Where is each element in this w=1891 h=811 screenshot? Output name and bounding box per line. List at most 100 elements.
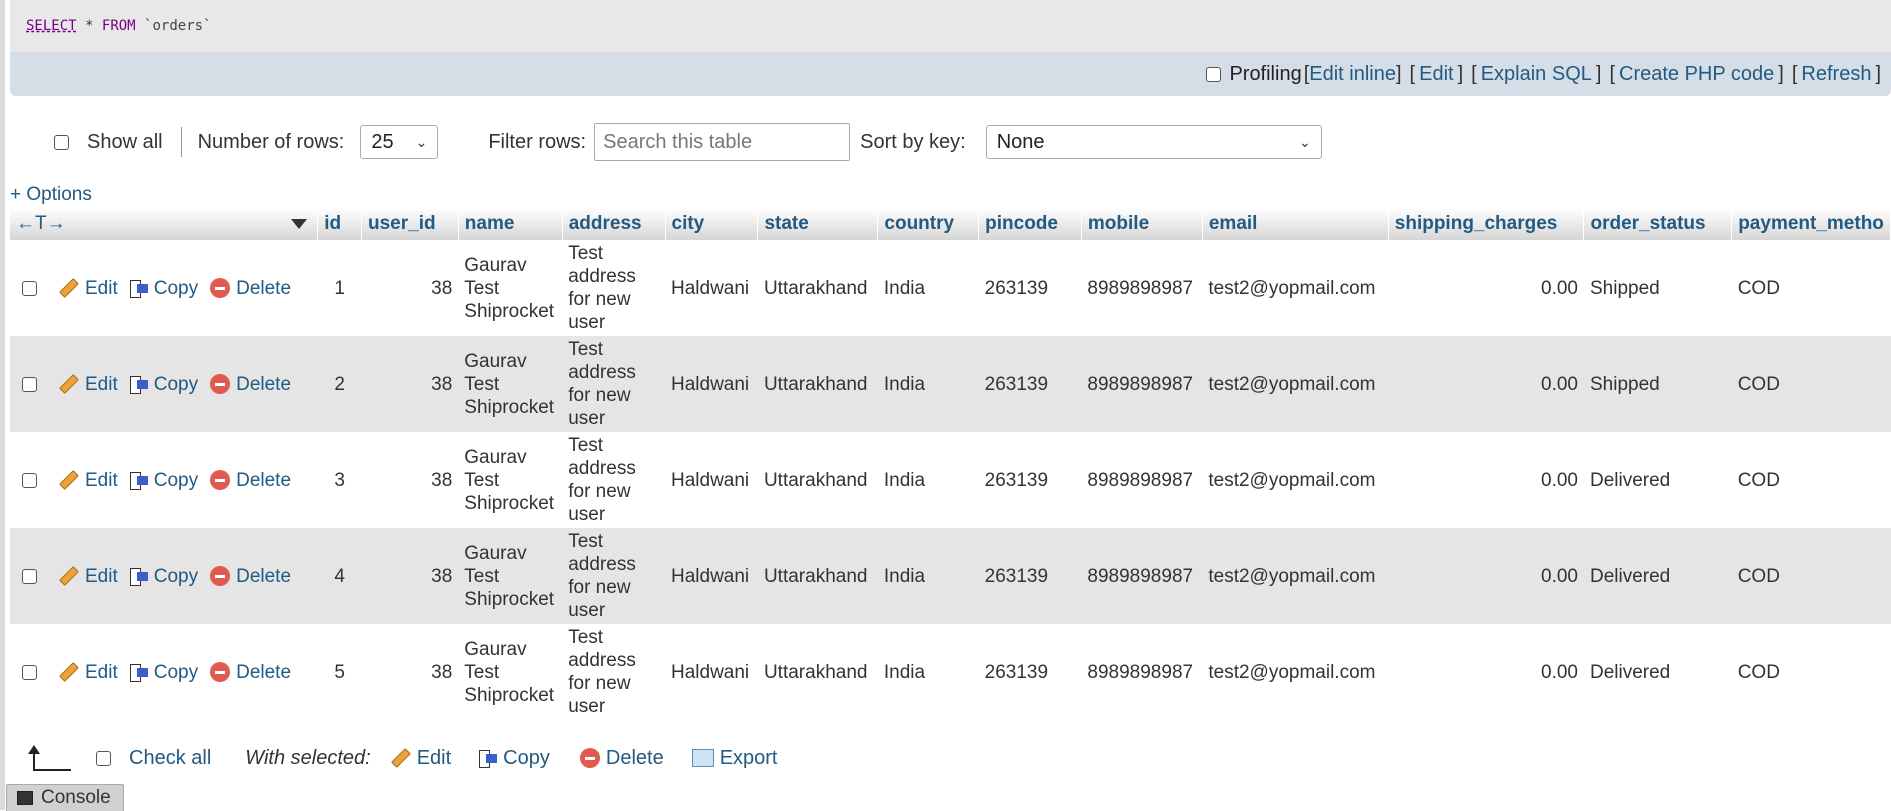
cell-state[interactable]: Uttarakhand bbox=[757, 432, 878, 528]
cell-id[interactable]: 5 bbox=[317, 624, 362, 720]
cell-city[interactable]: Haldwani bbox=[665, 528, 758, 624]
cell-payment-method[interactable]: COD bbox=[1731, 336, 1891, 432]
bulk-edit-button[interactable]: Edit bbox=[390, 747, 451, 770]
cell-order-status[interactable]: Delivered bbox=[1583, 528, 1732, 624]
column-header-address[interactable]: address bbox=[562, 208, 666, 240]
table-row[interactable]: Edit Copy Delete 4 38 Gaurav Test Shiprocket T… bbox=[10, 528, 1891, 624]
cell-shipping-charges[interactable]: 0.00 bbox=[1388, 432, 1584, 528]
row-edit-button[interactable]: Edit bbox=[59, 277, 118, 300]
cell-country[interactable]: India bbox=[877, 624, 979, 720]
cell-email[interactable]: test2@yopmail.com bbox=[1202, 240, 1389, 336]
cell-id[interactable]: 4 bbox=[317, 528, 362, 624]
bulk-delete-button[interactable]: Delete bbox=[579, 747, 664, 770]
cell-order-status[interactable]: Shipped bbox=[1583, 336, 1732, 432]
row-checkbox[interactable] bbox=[22, 664, 37, 680]
bulk-copy-button[interactable]: Copy bbox=[479, 747, 550, 770]
cell-name[interactable]: Gaurav Test Shiprocket bbox=[458, 432, 563, 528]
row-copy-button[interactable]: Copy bbox=[129, 277, 198, 300]
number-of-rows-select[interactable]: 25 ⌄ bbox=[360, 125, 439, 159]
cell-user-id[interactable]: 38 bbox=[361, 336, 459, 432]
cell-payment-method[interactable]: COD bbox=[1731, 240, 1891, 336]
cell-user-id[interactable]: 38 bbox=[361, 528, 459, 624]
cell-state[interactable]: Uttarakhand bbox=[757, 240, 878, 336]
cell-city[interactable]: Haldwani bbox=[665, 432, 758, 528]
cell-mobile[interactable]: 8989898987 bbox=[1081, 432, 1203, 528]
check-all-link[interactable]: Check all bbox=[129, 747, 211, 770]
column-header-mobile[interactable]: mobile bbox=[1081, 208, 1203, 240]
sql-select-keyword[interactable]: SELECT bbox=[26, 18, 77, 34]
column-header-order-status[interactable]: order_status bbox=[1583, 208, 1733, 240]
options-link[interactable]: + Options bbox=[10, 184, 92, 206]
cell-pincode[interactable]: 263139 bbox=[978, 528, 1082, 624]
sort-dropdown-icon[interactable] bbox=[291, 219, 308, 229]
cell-state[interactable]: Uttarakhand bbox=[757, 528, 878, 624]
cell-shipping-charges[interactable]: 0.00 bbox=[1388, 336, 1584, 432]
cell-email[interactable]: test2@yopmail.com bbox=[1202, 624, 1389, 720]
cell-state[interactable]: Uttarakhand bbox=[757, 336, 878, 432]
cell-email[interactable]: test2@yopmail.com bbox=[1202, 432, 1389, 528]
cell-address[interactable]: Test address for new user bbox=[562, 240, 665, 336]
cell-name[interactable]: Gaurav Test Shiprocket bbox=[458, 240, 563, 336]
cell-mobile[interactable]: 8989898987 bbox=[1081, 528, 1203, 624]
cell-order-status[interactable]: Delivered bbox=[1583, 624, 1732, 720]
row-copy-button[interactable]: Copy bbox=[129, 469, 198, 492]
row-delete-button[interactable]: Delete bbox=[210, 469, 291, 492]
cell-name[interactable]: Gaurav Test Shiprocket bbox=[458, 528, 563, 624]
cell-payment-method[interactable]: COD bbox=[1731, 624, 1891, 720]
column-header-id[interactable]: id bbox=[317, 208, 362, 240]
column-header-country[interactable]: country bbox=[877, 208, 980, 240]
cell-country[interactable]: India bbox=[877, 528, 979, 624]
cell-order-status[interactable]: Delivered bbox=[1583, 432, 1732, 528]
cell-payment-method[interactable]: COD bbox=[1731, 432, 1891, 528]
filter-rows-input[interactable]: Search this table bbox=[594, 123, 851, 161]
column-header-name[interactable]: name bbox=[458, 208, 563, 240]
table-row[interactable]: Edit Copy Delete 1 38 Gaurav Test Shiprocket T… bbox=[10, 240, 1891, 336]
row-copy-button[interactable]: Copy bbox=[129, 565, 198, 588]
explain-sql-link[interactable]: Explain SQL bbox=[1481, 63, 1592, 86]
cell-shipping-charges[interactable]: 0.00 bbox=[1388, 528, 1584, 624]
create-php-code-link[interactable]: Create PHP code bbox=[1619, 63, 1774, 86]
sort-by-key-select[interactable]: None ⌄ bbox=[985, 125, 1322, 159]
cell-shipping-charges[interactable]: 0.00 bbox=[1388, 624, 1584, 720]
column-header-pincode[interactable]: pincode bbox=[978, 208, 1082, 240]
table-row[interactable]: Edit Copy Delete 3 38 Gaurav Test Shiprocket T… bbox=[10, 432, 1891, 528]
cell-state[interactable]: Uttarakhand bbox=[757, 624, 878, 720]
cell-payment-method[interactable]: COD bbox=[1731, 528, 1891, 624]
cell-address[interactable]: Test address for new user bbox=[562, 432, 665, 528]
column-header-user-id[interactable]: user_id bbox=[361, 208, 459, 240]
cell-mobile[interactable]: 8989898987 bbox=[1081, 624, 1203, 720]
row-delete-button[interactable]: Delete bbox=[210, 565, 291, 588]
cell-email[interactable]: test2@yopmail.com bbox=[1202, 528, 1389, 624]
column-header-state[interactable]: state bbox=[757, 208, 879, 240]
row-copy-button[interactable]: Copy bbox=[129, 661, 198, 684]
cell-id[interactable]: 3 bbox=[317, 432, 362, 528]
show-all-checkbox[interactable] bbox=[54, 134, 69, 150]
cell-id[interactable]: 2 bbox=[317, 336, 362, 432]
column-header-city[interactable]: city bbox=[665, 208, 759, 240]
row-checkbox[interactable] bbox=[22, 472, 37, 488]
cell-user-id[interactable]: 38 bbox=[361, 432, 459, 528]
row-checkbox[interactable] bbox=[22, 376, 37, 392]
row-copy-button[interactable]: Copy bbox=[129, 373, 198, 396]
row-checkbox[interactable] bbox=[22, 280, 37, 296]
cell-email[interactable]: test2@yopmail.com bbox=[1202, 336, 1389, 432]
table-row[interactable]: Edit Copy Delete 5 38 Gaurav Test Shiprocket T… bbox=[10, 624, 1891, 720]
check-all-checkbox[interactable] bbox=[96, 750, 111, 766]
cell-name[interactable]: Gaurav Test Shiprocket bbox=[458, 336, 563, 432]
refresh-link[interactable]: Refresh bbox=[1801, 63, 1871, 86]
row-edit-button[interactable]: Edit bbox=[59, 565, 118, 588]
cell-user-id[interactable]: 38 bbox=[361, 240, 459, 336]
row-delete-button[interactable]: Delete bbox=[210, 277, 291, 300]
row-delete-button[interactable]: Delete bbox=[210, 373, 291, 396]
column-move-arrows[interactable]: ←T→ bbox=[16, 213, 66, 235]
cell-country[interactable]: India bbox=[877, 336, 979, 432]
cell-shipping-charges[interactable]: 0.00 bbox=[1388, 240, 1584, 336]
cell-country[interactable]: India bbox=[877, 432, 979, 528]
cell-city[interactable]: Haldwani bbox=[665, 624, 758, 720]
cell-mobile[interactable]: 8989898987 bbox=[1081, 336, 1203, 432]
row-edit-button[interactable]: Edit bbox=[59, 661, 118, 684]
cell-country[interactable]: India bbox=[877, 240, 979, 336]
cell-id[interactable]: 1 bbox=[317, 240, 362, 336]
edit-query-link[interactable]: Edit bbox=[1419, 63, 1453, 86]
column-header-email[interactable]: email bbox=[1202, 208, 1389, 240]
